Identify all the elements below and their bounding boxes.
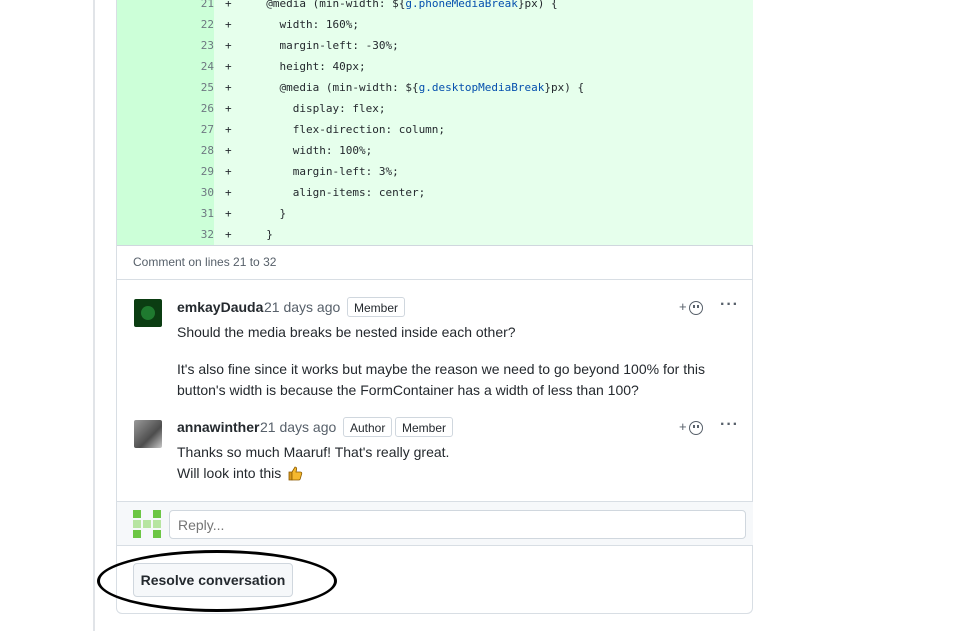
- diff-marker: +: [225, 228, 232, 241]
- line-number[interactable]: 32: [117, 224, 214, 245]
- smiley-icon: [689, 421, 703, 435]
- code-segment: flex-direction: column;: [253, 123, 446, 136]
- line-number[interactable]: 25: [117, 77, 214, 98]
- code-text: margin-left: 3%;: [253, 161, 399, 182]
- line-number[interactable]: 24: [117, 56, 214, 77]
- diff-marker: +: [225, 207, 232, 220]
- diff-marker: +: [225, 60, 232, 73]
- diff-line: 31 + }: [117, 203, 753, 224]
- code-text: @media (min-width: ${g.phoneMediaBreak}p…: [253, 0, 558, 14]
- code-segment: }px) {: [517, 0, 558, 10]
- reply-input[interactable]: [169, 510, 746, 539]
- smiley-icon: [689, 301, 703, 315]
- plus-glyph: +: [679, 419, 687, 434]
- diff-line: 26 + display: flex;: [117, 98, 753, 119]
- code-segment: @media (min-width: ${: [253, 81, 419, 94]
- line-number[interactable]: 21: [117, 0, 214, 14]
- code-text: display: flex;: [253, 98, 386, 119]
- line-number[interactable]: 29: [117, 161, 214, 182]
- comment-timestamp[interactable]: 21 days ago: [260, 419, 336, 435]
- add-reaction-button[interactable]: +: [679, 299, 707, 317]
- diff-line: 28 + width: 100%;: [117, 140, 753, 161]
- add-reaction-button[interactable]: +: [679, 419, 707, 437]
- diff-marker: +: [225, 18, 232, 31]
- diff-marker: +: [225, 81, 232, 94]
- line-number[interactable]: 23: [117, 35, 214, 56]
- code-segment: width: 160%;: [253, 18, 359, 31]
- author-badge: Author: [343, 417, 393, 437]
- line-number[interactable]: 22: [117, 14, 214, 35]
- plus-glyph: +: [679, 299, 687, 314]
- code-text: align-items: center;: [253, 182, 425, 203]
- comment-body-line-with-emoji: Will look into this: [177, 463, 303, 484]
- diff-line: 24 + height: 40px;: [117, 56, 753, 77]
- diff-line: 27 + flex-direction: column;: [117, 119, 753, 140]
- diff-marker: +: [225, 144, 232, 157]
- code-variable: g.desktopMediaBreak: [418, 81, 545, 94]
- comment-body-line: Should the media breaks be nested inside…: [177, 324, 516, 340]
- resolve-conversation-button[interactable]: Resolve conversation: [133, 563, 293, 597]
- line-number[interactable]: 31: [117, 203, 214, 224]
- diff-line: 30 + align-items: center;: [117, 182, 753, 203]
- line-number[interactable]: 30: [117, 182, 214, 203]
- reply-bar: [117, 501, 753, 546]
- kebab-icon[interactable]: ···: [720, 296, 739, 314]
- line-number[interactable]: 28: [117, 140, 214, 161]
- diff-marker: +: [225, 165, 232, 178]
- avatar[interactable]: [134, 299, 162, 327]
- thumbs-up-icon: [288, 466, 303, 481]
- kebab-icon[interactable]: ···: [720, 416, 739, 434]
- code-text: width: 160%;: [253, 14, 359, 35]
- member-badge: Member: [395, 417, 454, 437]
- review-thread: 21 + @media (min-width: ${g.phoneMediaBre…: [116, 0, 753, 614]
- diff-line: 32 + }: [117, 224, 753, 245]
- timeline-line: [93, 0, 95, 631]
- comment-lines-label: Comment on lines 21 to 32: [133, 255, 277, 269]
- comment-author[interactable]: emkayDauda: [177, 299, 263, 315]
- comment-author[interactable]: annawinther: [177, 419, 259, 435]
- divider: [117, 279, 753, 280]
- comment-body-line: Thanks so much Maaruf! That's really gre…: [177, 444, 450, 460]
- comment-body-text: Will look into this: [177, 465, 282, 481]
- comment-body-line: button's width is because the FormContai…: [177, 382, 639, 398]
- code-text: @media (min-width: ${g.desktopMediaBreak…: [253, 77, 584, 98]
- diff-marker: +: [225, 102, 232, 115]
- member-badge: Member: [347, 297, 406, 317]
- diff-marker: +: [225, 0, 232, 10]
- code-segment: margin-left: -30%;: [253, 39, 399, 52]
- diff-line: 21 + @media (min-width: ${g.phoneMediaBre…: [117, 0, 753, 14]
- code-segment: }: [253, 228, 273, 241]
- avatar[interactable]: [134, 420, 162, 448]
- code-segment: }: [253, 207, 287, 220]
- code-text: height: 40px;: [253, 56, 366, 77]
- code-segment: width: 100%;: [253, 144, 373, 157]
- diff-marker: +: [225, 123, 232, 136]
- diff-marker: +: [225, 186, 232, 199]
- code-text: }: [253, 224, 273, 245]
- avatar: [133, 510, 161, 538]
- diff-line: 22 + width: 160%;: [117, 14, 753, 35]
- comment-timestamp[interactable]: 21 days ago: [264, 299, 340, 315]
- line-number[interactable]: 26: [117, 98, 214, 119]
- comment-body-line: It's also fine since it works but maybe …: [177, 361, 705, 377]
- code-segment: display: flex;: [253, 102, 386, 115]
- code-segment: align-items: center;: [253, 186, 426, 199]
- diff-line: 25 + @media (min-width: ${g.desktopMediaB…: [117, 77, 753, 98]
- code-text: flex-direction: column;: [253, 119, 445, 140]
- code-segment: }px) {: [544, 81, 585, 94]
- diff-line: 23 + margin-left: -30%;: [117, 35, 753, 56]
- code-text: margin-left: -30%;: [253, 35, 399, 56]
- diff-marker: +: [225, 39, 232, 52]
- code-segment: @media (min-width: ${: [253, 0, 406, 10]
- code-segment: margin-left: 3%;: [253, 165, 399, 178]
- diff-snippet: 21 + @media (min-width: ${g.phoneMediaBre…: [117, 0, 753, 246]
- diff-line: 29 + margin-left: 3%;: [117, 161, 753, 182]
- line-number[interactable]: 27: [117, 119, 214, 140]
- code-segment: height: 40px;: [253, 60, 366, 73]
- code-variable: g.phoneMediaBreak: [405, 0, 518, 10]
- code-text: }: [253, 203, 286, 224]
- code-text: width: 100%;: [253, 140, 372, 161]
